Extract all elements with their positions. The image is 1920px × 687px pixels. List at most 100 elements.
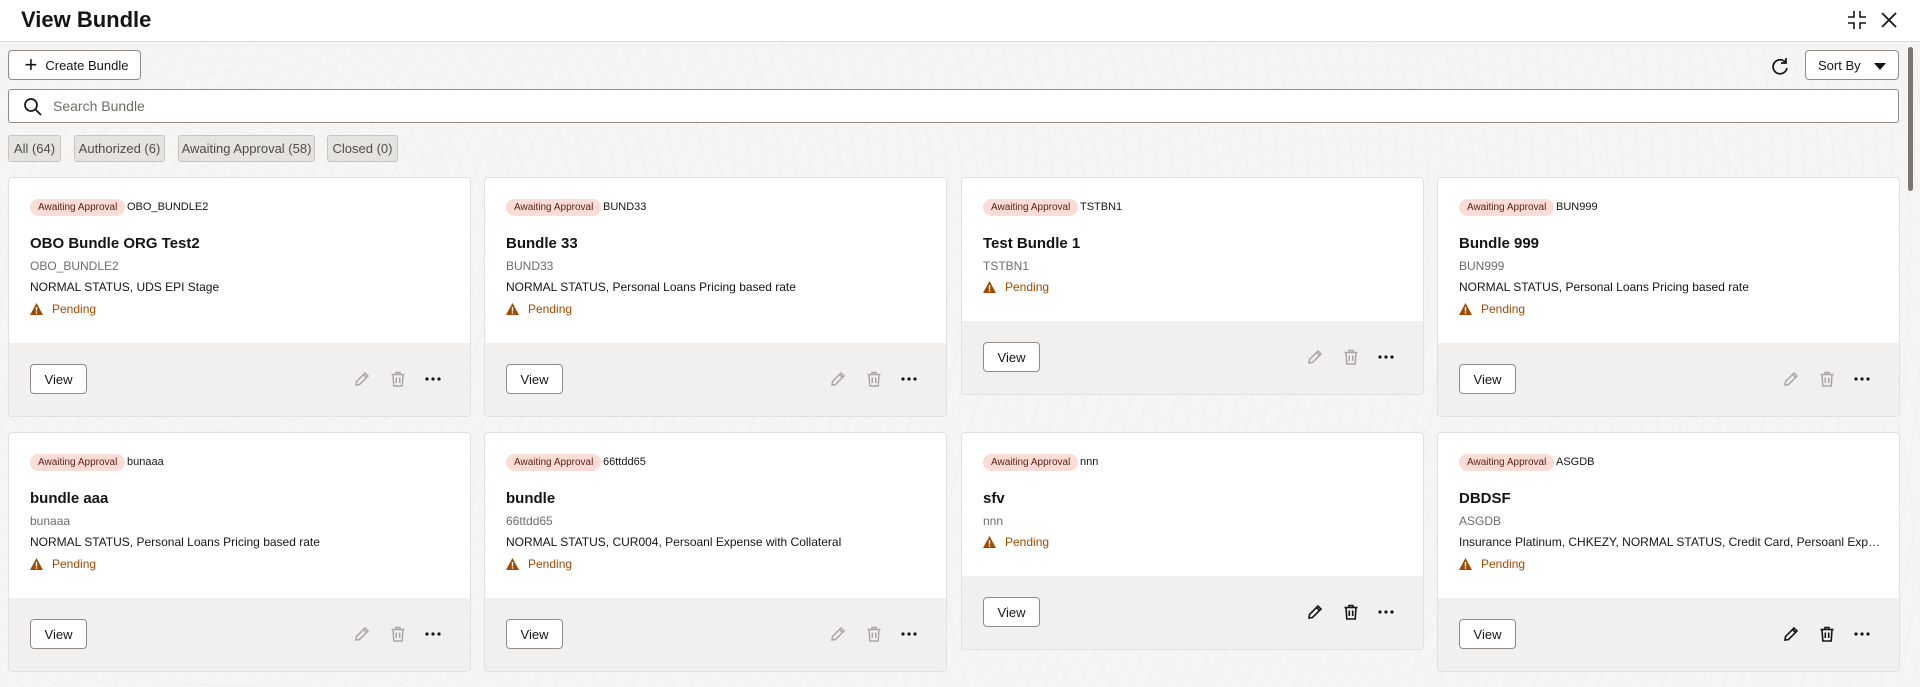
- card-footer: View: [1438, 598, 1899, 671]
- card-footer: View: [962, 321, 1423, 394]
- sort-by-dropdown[interactable]: Sort By: [1805, 50, 1899, 80]
- more-options-icon[interactable]: [1853, 370, 1871, 388]
- bundle-card: Awaiting Approval ASGDB DBDSF ASGDB Insu…: [1437, 432, 1900, 672]
- status-text: Pending: [52, 302, 97, 316]
- bundle-card: Awaiting Approval 66ttdd65 bundle 66ttdd…: [484, 432, 947, 672]
- status-text: Pending: [528, 302, 573, 316]
- edit-icon[interactable]: [1782, 370, 1800, 388]
- more-options-icon[interactable]: [424, 625, 442, 643]
- pending-status: Pending: [1459, 557, 1525, 571]
- bundle-subtitle: BUND33: [506, 259, 554, 273]
- delete-icon[interactable]: [389, 625, 407, 643]
- card-footer: View: [1438, 343, 1899, 416]
- more-options-icon[interactable]: [900, 370, 918, 388]
- status-badge: Awaiting Approval: [983, 454, 1079, 471]
- bundle-subtitle: ASGDB: [1459, 514, 1502, 528]
- page-title: View Bundle: [21, 7, 152, 32]
- bundle-code: 66ttdd65: [603, 456, 646, 468]
- status-badge: Awaiting Approval: [30, 199, 126, 216]
- edit-icon[interactable]: [1306, 348, 1324, 366]
- bundle-subtitle: nnn: [983, 514, 1004, 528]
- view-button[interactable]: View: [506, 364, 563, 394]
- search-input[interactable]: [53, 91, 1883, 121]
- bundle-description: NORMAL STATUS, CUR004, Persoanl Expense …: [506, 535, 842, 549]
- bundle-description: Insurance Platinum, CHKEZY, NORMAL STATU…: [1459, 535, 1884, 549]
- bundle-card: Awaiting Approval OBO_BUNDLE2 OBO Bundle…: [8, 177, 471, 417]
- title-bar: View Bundle: [0, 0, 1920, 42]
- search-box: [8, 89, 1899, 123]
- more-options-icon[interactable]: [1377, 348, 1395, 366]
- sort-by-label: Sort By: [1818, 57, 1861, 73]
- bundle-title: Bundle 33: [506, 235, 578, 252]
- view-button[interactable]: View: [983, 597, 1040, 627]
- bundle-description: NORMAL STATUS, Personal Loans Pricing ba…: [1459, 280, 1749, 294]
- delete-icon[interactable]: [1818, 625, 1836, 643]
- bundle-card: Awaiting Approval BUND33 Bundle 33 BUND3…: [484, 177, 947, 417]
- bundle-subtitle: OBO_BUNDLE2: [30, 259, 119, 273]
- bundle-code: OBO_BUNDLE2: [127, 201, 209, 213]
- edit-icon[interactable]: [829, 625, 847, 643]
- filter-authorized[interactable]: Authorized (6): [74, 135, 165, 162]
- create-bundle-button[interactable]: + Create Bundle: [8, 50, 141, 80]
- filter-awaiting-approval[interactable]: Awaiting Approval (58): [178, 135, 315, 162]
- status-text: Pending: [528, 557, 573, 571]
- more-options-icon[interactable]: [1377, 603, 1395, 621]
- refresh-icon[interactable]: [1769, 55, 1791, 77]
- bundle-card: Awaiting Approval bunaaa bundle aaa buna…: [8, 432, 471, 672]
- delete-icon[interactable]: [865, 625, 883, 643]
- filter-all[interactable]: All (64): [8, 135, 61, 162]
- scrollbar-thumb[interactable]: [1908, 47, 1913, 191]
- close-icon[interactable]: [1878, 9, 1900, 31]
- delete-icon[interactable]: [1818, 370, 1836, 388]
- delete-icon[interactable]: [389, 370, 407, 388]
- bundle-title: Bundle 999: [1459, 235, 1540, 252]
- card-footer: View: [9, 343, 470, 416]
- pending-status: Pending: [506, 302, 572, 316]
- status-badge: Awaiting Approval: [1459, 199, 1555, 216]
- status-text: Pending: [1481, 557, 1526, 571]
- bundle-title: bundle: [506, 490, 556, 507]
- status-text: Pending: [1481, 302, 1526, 316]
- view-button[interactable]: View: [983, 342, 1040, 372]
- view-button[interactable]: View: [1459, 364, 1516, 394]
- status-text: Pending: [52, 557, 97, 571]
- view-button[interactable]: View: [1459, 619, 1516, 649]
- bundle-subtitle: 66ttdd65: [506, 514, 553, 528]
- view-button[interactable]: View: [30, 619, 87, 649]
- bundle-code: TSTBN1: [1080, 201, 1123, 213]
- filter-closed[interactable]: Closed (0): [327, 135, 398, 162]
- bundle-description: NORMAL STATUS, UDS EPI Stage: [30, 280, 220, 294]
- bundle-title: DBDSF: [1459, 490, 1511, 507]
- view-button[interactable]: View: [30, 364, 87, 394]
- more-options-icon[interactable]: [1853, 625, 1871, 643]
- delete-icon[interactable]: [1342, 348, 1360, 366]
- card-footer: View: [962, 576, 1423, 649]
- bundle-title: sfv: [983, 490, 1005, 507]
- view-button[interactable]: View: [506, 619, 563, 649]
- warning-icon: [983, 536, 996, 548]
- edit-icon[interactable]: [353, 625, 371, 643]
- card-footer: View: [9, 598, 470, 671]
- more-options-icon[interactable]: [900, 625, 918, 643]
- bundle-title: Test Bundle 1: [983, 235, 1081, 252]
- bundle-subtitle: TSTBN1: [983, 259, 1030, 273]
- edit-icon[interactable]: [353, 370, 371, 388]
- delete-icon[interactable]: [865, 370, 883, 388]
- status-badge: Awaiting Approval: [506, 199, 602, 216]
- edit-icon[interactable]: [1306, 603, 1324, 621]
- scrollbar[interactable]: [1906, 43, 1916, 687]
- bundle-code: ASGDB: [1556, 456, 1595, 468]
- bundle-code: BUN999: [1556, 201, 1598, 213]
- main-content: + Create Bundle Sort By All (64) Authori…: [0, 43, 1920, 687]
- delete-icon[interactable]: [1342, 603, 1360, 621]
- warning-icon: [1459, 558, 1472, 570]
- edit-icon[interactable]: [1782, 625, 1800, 643]
- collapse-icon[interactable]: [1846, 9, 1868, 31]
- bundle-card: Awaiting Approval nnn sfv nnn Pending Vi…: [961, 432, 1424, 650]
- card-footer: View: [485, 343, 946, 416]
- caret-down-icon: [1874, 63, 1886, 70]
- bundle-title: bundle aaa: [30, 490, 109, 507]
- pending-status: Pending: [1459, 302, 1525, 316]
- more-options-icon[interactable]: [424, 370, 442, 388]
- edit-icon[interactable]: [829, 370, 847, 388]
